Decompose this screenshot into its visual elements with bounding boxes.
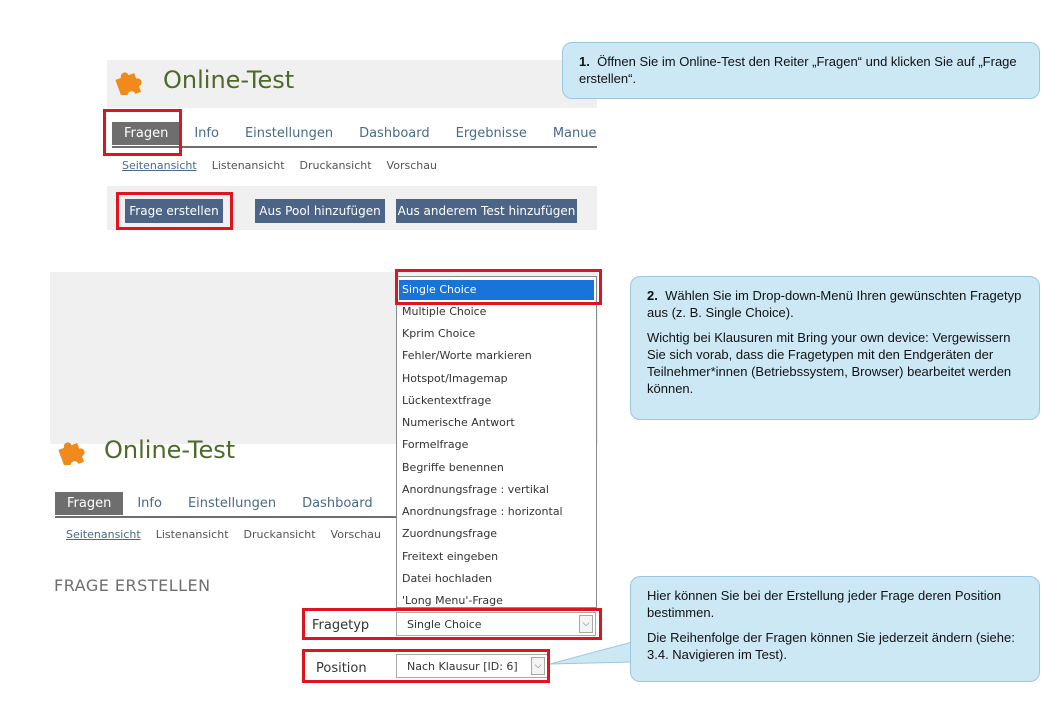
dropdown-option[interactable]: Freitext eingeben	[402, 550, 498, 563]
section-heading: FRAGE ERSTELLEN	[54, 576, 211, 595]
add-from-other-test-button[interactable]: Aus anderem Test hinzufügen	[396, 199, 577, 223]
step-3-text: Hier können Sie bei der Erstellung jeder…	[647, 588, 1002, 620]
subtab-listenansicht-2[interactable]: Listenansicht	[156, 528, 229, 541]
main-tabs: Fragen Info Einstellungen Dashboard Erge…	[112, 122, 597, 145]
tab-einstellungen[interactable]: Einstellungen	[233, 122, 345, 145]
add-from-pool-button[interactable]: Aus Pool hinzufügen	[255, 199, 385, 223]
callout-step-3: Hier können Sie bei der Erstellung jeder…	[630, 576, 1040, 682]
callout-pointer	[550, 641, 632, 665]
main-tabs-2: Fragen Info Einstellungen Dashboard Er	[55, 492, 426, 515]
subtab-seitenansicht[interactable]: Seitenansicht	[122, 159, 197, 172]
sub-tabs-2: Seitenansicht Listenansicht Druckansicht…	[66, 528, 396, 541]
dropdown-option[interactable]: Datei hochladen	[402, 572, 492, 585]
highlight-position	[302, 649, 550, 683]
dropdown-option[interactable]: Anordnungsfrage : horizontal	[402, 505, 563, 518]
app-title: Online-Test	[163, 66, 295, 94]
dropdown-option[interactable]: Zuordnungsfrage	[402, 527, 497, 540]
puzzle-logo-icon-2	[56, 435, 90, 469]
dropdown-option[interactable]: Lückentextfrage	[402, 394, 491, 407]
tab-dashboard[interactable]: Dashboard	[347, 122, 442, 145]
tab-fragen-2[interactable]: Fragen	[55, 492, 124, 515]
highlight-single-choice	[395, 269, 602, 305]
dropdown-option[interactable]: Fehler/Worte markieren	[402, 349, 532, 362]
tab-einstellungen-2[interactable]: Einstellungen	[176, 492, 288, 515]
subtab-vorschau[interactable]: Vorschau	[387, 159, 437, 172]
step-1-text: Öffnen Sie im Online-Test den Reiter „Fr…	[579, 54, 1017, 86]
callout-step-1: 1. Öffnen Sie im Online-Test den Reiter …	[562, 42, 1040, 99]
dropdown-option[interactable]: Begriffe benennen	[402, 461, 504, 474]
tab-underline-2	[55, 516, 400, 518]
step-2-text: Wählen Sie im Drop-down-Menü Ihren gewün…	[647, 288, 1022, 320]
highlight-fragen-tab	[103, 109, 182, 156]
subtab-seitenansicht-2[interactable]: Seitenansicht	[66, 528, 141, 541]
step-3-note: Die Reihenfolge der Fragen können Sie je…	[647, 630, 1015, 662]
puzzle-logo-icon	[113, 65, 147, 99]
step-2-number: 2.	[647, 288, 658, 303]
dropdown-option[interactable]: Formelfrage	[402, 438, 468, 451]
tab-underline	[112, 146, 597, 148]
tab-dashboard-2[interactable]: Dashboard	[290, 492, 385, 515]
dropdown-option[interactable]: 'Long Menu'-Frage	[402, 594, 503, 607]
step-1-number: 1.	[579, 54, 590, 69]
subtab-listenansicht[interactable]: Listenansicht	[212, 159, 285, 172]
step-2-note: Wichtig bei Klausuren mit Bring your own…	[647, 330, 1012, 396]
dropdown-option[interactable]: Hotspot/Imagemap	[402, 372, 508, 385]
tab-ergebnisse[interactable]: Ergebnisse	[444, 122, 539, 145]
dropdown-option[interactable]: Multiple Choice	[402, 305, 486, 318]
highlight-create-button	[116, 192, 233, 230]
callout-step-2: 2. Wählen Sie im Drop-down-Menü Ihren ge…	[630, 276, 1040, 420]
dropdown-option[interactable]: Anordnungsfrage : vertikal	[402, 483, 549, 496]
app-title-2: Online-Test	[104, 436, 236, 464]
sub-tabs: Seitenansicht Listenansicht Druckansicht…	[122, 159, 452, 172]
tab-info-2[interactable]: Info	[125, 492, 174, 515]
dropdown-option[interactable]: Kprim Choice	[402, 327, 475, 340]
highlight-question-type	[302, 608, 602, 640]
tab-info[interactable]: Info	[182, 122, 231, 145]
subtab-druckansicht-2[interactable]: Druckansicht	[244, 528, 316, 541]
subtab-druckansicht[interactable]: Druckansicht	[300, 159, 372, 172]
question-type-dropdown: Single Choice Multiple Choice Kprim Choi…	[396, 276, 597, 608]
subtab-vorschau-2[interactable]: Vorschau	[331, 528, 381, 541]
dropdown-option[interactable]: Numerische Antwort	[402, 416, 515, 429]
tab-manuelle[interactable]: Manuelle	[541, 122, 597, 145]
